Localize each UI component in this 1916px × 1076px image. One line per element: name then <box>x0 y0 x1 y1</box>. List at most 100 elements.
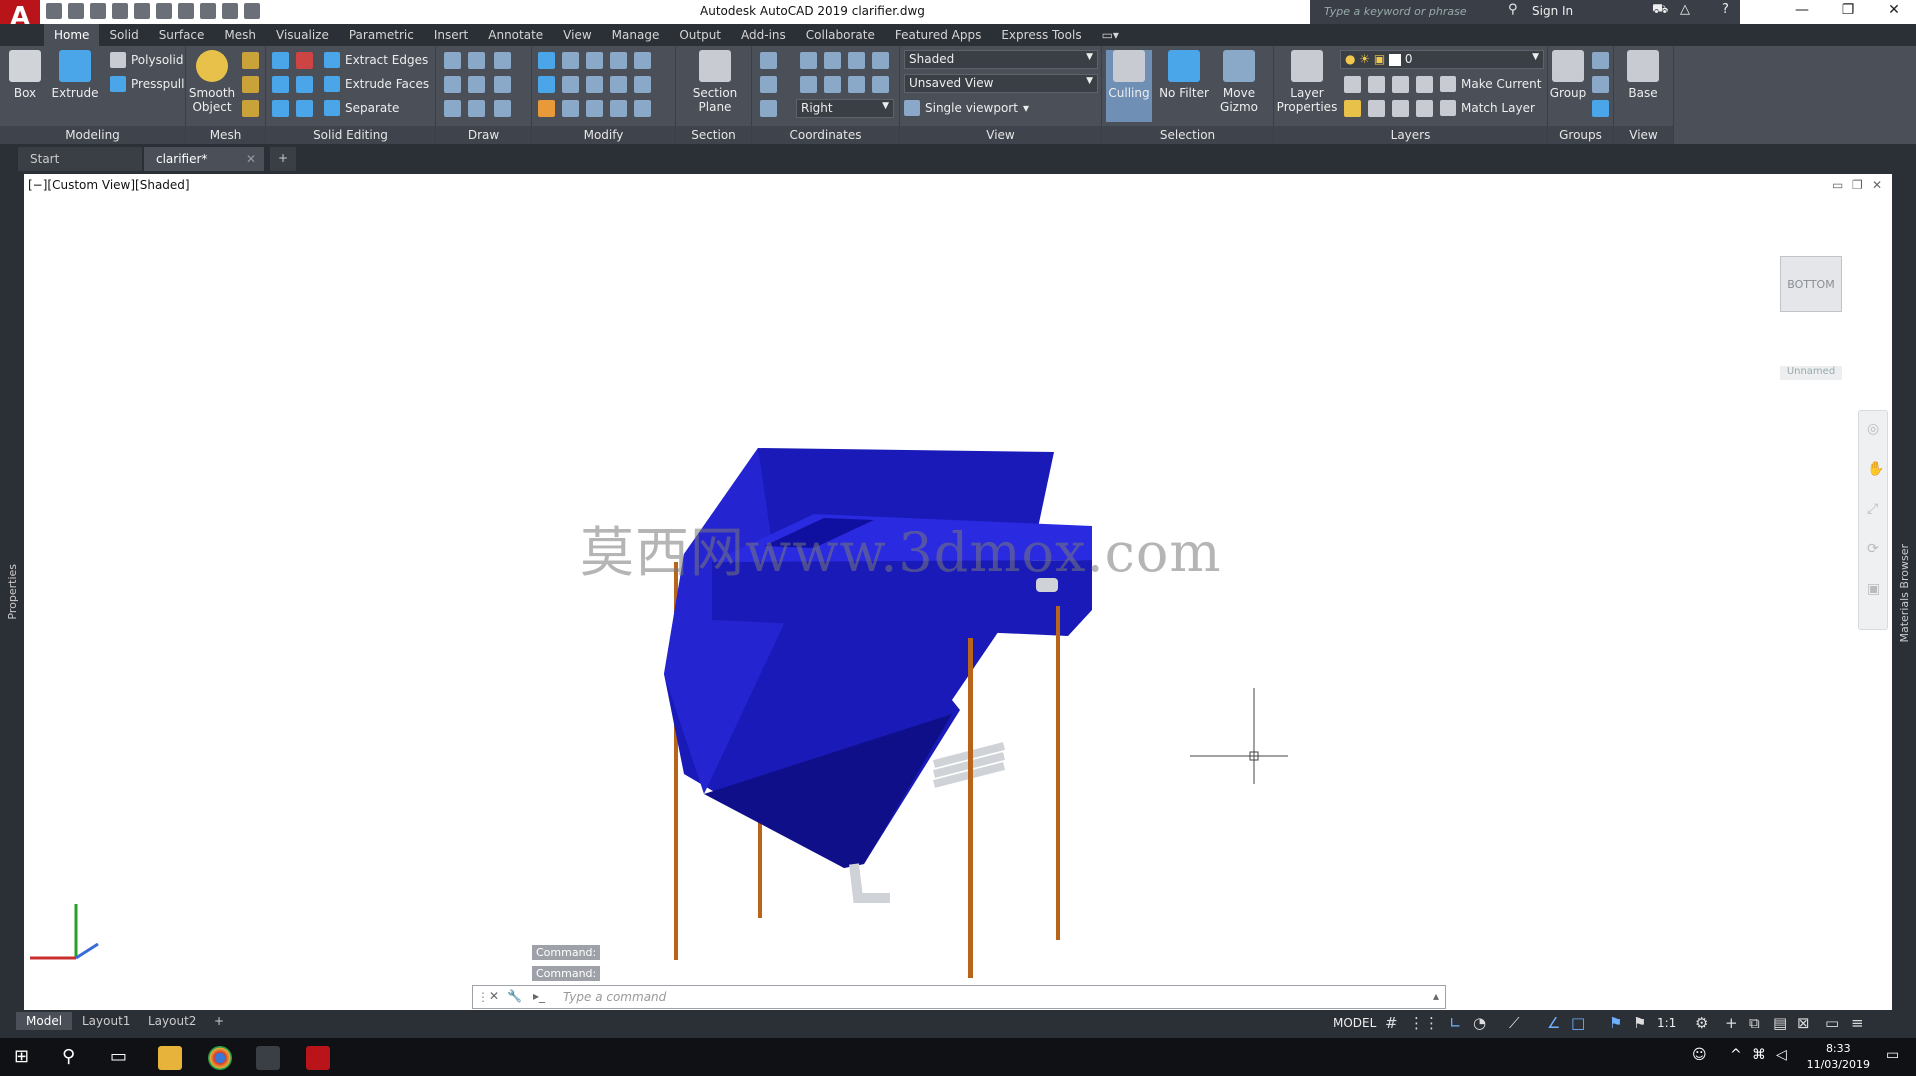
layer-freeze-icon[interactable] <box>1392 76 1409 93</box>
notifications-icon[interactable]: ▭ <box>1886 1047 1899 1063</box>
ucs-3point-icon[interactable] <box>872 52 889 69</box>
interfere-icon[interactable] <box>296 52 313 69</box>
close-tab-icon[interactable]: ✕ <box>246 152 256 166</box>
binoculars-icon[interactable]: ⚲ <box>1508 2 1518 17</box>
object-snap-icon[interactable]: □ <box>1571 1014 1585 1032</box>
open-file-icon[interactable] <box>68 3 84 19</box>
save-web-icon[interactable] <box>156 3 172 19</box>
copy-icon[interactable] <box>586 100 603 117</box>
tab-layout2[interactable]: Layout2 <box>138 1012 206 1030</box>
command-prompt-icon[interactable]: ▸_ <box>533 989 545 1003</box>
command-input[interactable]: Type a command <box>563 990 666 1004</box>
panel-label-modify[interactable]: Modify <box>532 126 675 144</box>
command-close-icon[interactable]: ✕ <box>489 989 499 1003</box>
extract-edges-button[interactable]: Extract Edges <box>324 52 428 68</box>
lock-ui-icon[interactable]: ⊠ <box>1797 1014 1810 1032</box>
arc-icon[interactable] <box>494 52 511 69</box>
isodraft-icon[interactable]: ⟋ <box>1509 1014 1520 1032</box>
annotation-monitor-icon[interactable]: + <box>1725 1014 1738 1032</box>
ucs-dropdown[interactable]: Right ▼ <box>796 99 894 118</box>
ungroup-icon[interactable] <box>1592 52 1609 69</box>
close-icon[interactable]: ✕ <box>1874 2 1914 22</box>
trim-icon[interactable] <box>634 52 651 69</box>
scale-icon[interactable] <box>610 76 627 93</box>
file-explorer-icon[interactable] <box>158 1046 182 1070</box>
calculator-icon[interactable] <box>256 1046 280 1070</box>
named-view-dropdown[interactable]: Unsaved View ▼ <box>904 74 1098 93</box>
ucs-z-axis-icon[interactable] <box>848 52 865 69</box>
visual-style-dropdown[interactable]: Shaded ▼ <box>904 50 1098 69</box>
volume-icon[interactable]: ◁ <box>1776 1047 1787 1063</box>
panel-label-view-base[interactable]: View <box>1614 126 1673 144</box>
ucs-menu[interactable]: Unnamed <box>1780 366 1842 380</box>
ucs-y-icon[interactable] <box>824 76 841 93</box>
help-icon[interactable]: ? <box>1722 2 1729 17</box>
search-input[interactable]: Type a keyword or phrase <box>1318 2 1501 22</box>
properties-label[interactable]: Properties <box>6 564 19 620</box>
panel-label-mesh[interactable]: Mesh <box>186 126 265 144</box>
layer-properties-button[interactable]: Layer Properties <box>1276 50 1338 114</box>
mesh-refine-icon[interactable] <box>242 100 259 117</box>
mirror-icon[interactable] <box>538 52 555 69</box>
materials-browser-strip[interactable]: Materials Browser <box>1892 174 1916 1010</box>
tab-view[interactable]: View <box>553 24 601 46</box>
orbit-icon[interactable]: ⟳ <box>1867 541 1879 557</box>
panel-label-view[interactable]: View <box>900 126 1101 144</box>
ucs-icon[interactable] <box>760 52 777 69</box>
viewcube[interactable]: BOTTOM <box>1780 256 1842 312</box>
tab-add-ins[interactable]: Add-ins <box>731 24 796 46</box>
materials-browser-label[interactable]: Materials Browser <box>1898 544 1911 643</box>
rotate-icon[interactable] <box>586 76 603 93</box>
ucs-named-icon[interactable] <box>760 100 777 117</box>
fillet-icon[interactable] <box>634 76 651 93</box>
layer-thaw-icon[interactable] <box>1392 100 1409 117</box>
tab-insert[interactable]: Insert <box>424 24 478 46</box>
match-layer-button[interactable]: Match Layer <box>1440 100 1535 116</box>
units-icon[interactable]: ⧉ <box>1749 1014 1760 1032</box>
open-web-icon[interactable] <box>134 3 150 19</box>
offset-icon[interactable] <box>610 100 627 117</box>
extrude-button[interactable]: Extrude <box>50 50 100 100</box>
ucs-origin-icon[interactable] <box>824 52 841 69</box>
a360-icon[interactable]: △ <box>1680 2 1690 17</box>
thicken-icon[interactable] <box>296 100 313 117</box>
panel-label-selection[interactable]: Selection <box>1102 126 1273 144</box>
auto-scale-icon[interactable]: ⚑ <box>1633 1014 1646 1032</box>
snap-icon[interactable]: ⋮⋮ <box>1409 1014 1439 1032</box>
make-current-button[interactable]: Make Current <box>1440 76 1542 92</box>
new-file-icon[interactable] <box>46 3 62 19</box>
ucs-z-icon[interactable] <box>848 76 865 93</box>
polyline-icon[interactable] <box>468 52 485 69</box>
mesh-smooth-more-icon[interactable] <box>242 52 259 69</box>
separate-button[interactable]: Separate <box>324 100 399 116</box>
showmotion-icon[interactable]: ▣ <box>1867 581 1880 597</box>
tab-model[interactable]: Model <box>16 1012 73 1030</box>
panel-label-modeling[interactable]: Modeling <box>0 126 185 144</box>
tab-collaborate[interactable]: Collaborate <box>796 24 885 46</box>
ucs-view-icon[interactable] <box>760 76 777 93</box>
cart-icon[interactable]: ⛟ <box>1652 2 1668 19</box>
extrude-faces-button[interactable]: Extrude Faces <box>324 76 429 92</box>
construction-line-icon[interactable] <box>468 76 485 93</box>
presspull-button[interactable]: Presspull <box>110 76 184 92</box>
viewport-config-button[interactable]: Single viewport ▾ <box>904 100 1029 116</box>
polygon-icon[interactable] <box>444 100 461 117</box>
model-space-button[interactable]: MODEL <box>1333 1016 1376 1030</box>
culling-button[interactable]: Culling <box>1106 50 1152 122</box>
customize-qat-icon[interactable] <box>244 3 260 19</box>
stretch-icon[interactable] <box>562 100 579 117</box>
redo-icon[interactable] <box>222 3 238 19</box>
union-icon[interactable] <box>272 52 289 69</box>
command-line-grip-icon[interactable]: ⋮ <box>477 990 489 1004</box>
panel-label-coordinates[interactable]: Coordinates <box>752 126 899 144</box>
layer-isolate-icon[interactable] <box>1368 76 1385 93</box>
plot-icon[interactable] <box>178 3 194 19</box>
annotation-visibility-icon[interactable]: ⚑ <box>1609 1014 1622 1032</box>
intersect-icon[interactable] <box>272 100 289 117</box>
new-tab-button[interactable]: + <box>270 147 296 171</box>
layer-unlock-icon[interactable] <box>1416 100 1433 117</box>
panel-label-draw[interactable]: Draw <box>436 126 531 144</box>
tab-layout1[interactable]: Layout1 <box>72 1012 140 1030</box>
layer-dropdown[interactable]: ● ☀ ▣ 0 ▼ <box>1340 50 1544 69</box>
undo-icon[interactable] <box>200 3 216 19</box>
